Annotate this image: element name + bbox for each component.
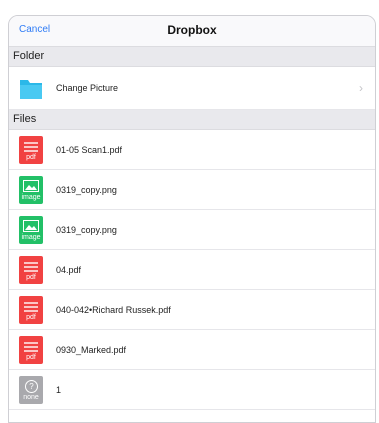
file-row[interactable]: ? none 1 bbox=[9, 370, 375, 410]
dropbox-sheet: Cancel Dropbox Folder Change Picture › F… bbox=[8, 15, 376, 423]
file-name: 0930_Marked.pdf bbox=[56, 344, 127, 355]
file-row[interactable]: image 0319_copy.png bbox=[9, 210, 375, 250]
pdf-icon-body: pdf bbox=[19, 256, 43, 284]
pdf-file-icon: pdf bbox=[19, 136, 43, 164]
image-icon-body: image bbox=[19, 176, 43, 204]
chevron-right-icon: › bbox=[359, 81, 363, 95]
file-type-tag: none bbox=[23, 394, 39, 401]
list-item-label: Change Picture bbox=[56, 83, 119, 93]
navigation-bar: Cancel Dropbox bbox=[9, 16, 375, 47]
file-type-tag: pdf bbox=[26, 154, 36, 161]
file-row[interactable]: pdf 04.pdf bbox=[9, 250, 375, 290]
file-name: 01-05 Scan1.pdf bbox=[56, 144, 123, 155]
page-title: Dropbox bbox=[167, 23, 217, 37]
file-name: 0319_copy.png bbox=[56, 224, 117, 235]
none-file-icon: ? none bbox=[19, 376, 43, 404]
file-type-tag: pdf bbox=[26, 354, 36, 361]
none-icon-body: ? none bbox=[19, 376, 43, 404]
image-file-icon: image bbox=[19, 216, 43, 244]
list-item-change-picture[interactable]: Change Picture › bbox=[9, 67, 375, 110]
section-header-folder: Folder bbox=[9, 47, 375, 67]
pdf-file-icon: pdf bbox=[19, 296, 43, 324]
pdf-file-icon: pdf bbox=[19, 336, 43, 364]
section-header-files: Files bbox=[9, 110, 375, 130]
file-type-tag: image bbox=[21, 234, 41, 241]
image-icon-body: image bbox=[19, 216, 43, 244]
file-row[interactable]: pdf 01-05 Scan1.pdf bbox=[9, 130, 375, 170]
file-type-tag: pdf bbox=[26, 314, 36, 321]
file-name: 040-042•Richard Russek.pdf bbox=[56, 304, 171, 315]
pdf-icon-body: pdf bbox=[19, 136, 43, 164]
file-name: 1 bbox=[56, 384, 62, 395]
pdf-file-icon: pdf bbox=[19, 256, 43, 284]
file-name: 04.pdf bbox=[56, 264, 82, 275]
pdf-icon-body: pdf bbox=[19, 336, 43, 364]
file-name: 0319_copy.png bbox=[56, 184, 117, 195]
image-file-icon: image bbox=[19, 176, 43, 204]
pdf-icon-body: pdf bbox=[19, 296, 43, 324]
file-row[interactable]: pdf 040-042•Richard Russek.pdf bbox=[9, 290, 375, 330]
files-list: pdf 01-05 Scan1.pdf image 0319_copy.png imag… bbox=[9, 130, 375, 410]
file-row[interactable]: image 0319_copy.png bbox=[9, 170, 375, 210]
file-row[interactable]: pdf 0930_Marked.pdf bbox=[9, 330, 375, 370]
file-type-tag: pdf bbox=[26, 274, 36, 281]
file-type-tag: image bbox=[21, 194, 41, 201]
folder-icon bbox=[19, 75, 43, 103]
